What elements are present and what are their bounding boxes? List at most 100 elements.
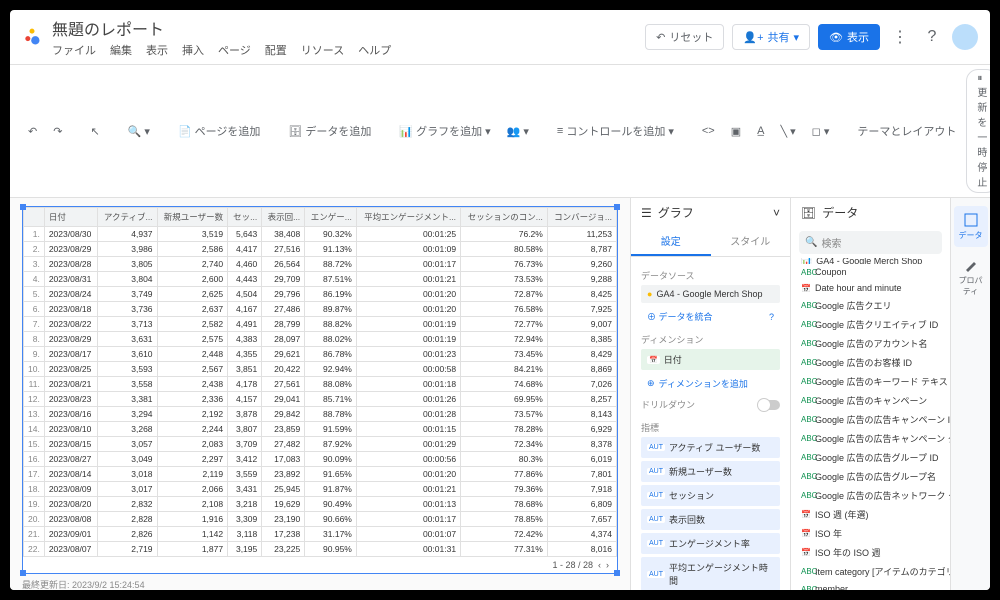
field-item[interactable]: ABCGoogle 広告の広告グループ ID: [791, 448, 950, 467]
more-icon[interactable]: ⋮: [888, 25, 912, 49]
redo-icon[interactable]: ↷: [47, 122, 68, 141]
field-item[interactable]: ABCGoogle 広告のアカウント名: [791, 334, 950, 353]
view-button[interactable]: 👁 表示: [818, 24, 880, 50]
table-row[interactable]: 11.2023/08/213,5582,4384,17827,56188.08%…: [24, 377, 617, 392]
metric-chip[interactable]: AUT新規ユーザー数: [641, 461, 780, 482]
dimension-chip[interactable]: 📅日付: [641, 349, 780, 370]
menu-help[interactable]: ヘルプ: [358, 42, 391, 58]
table-row[interactable]: 21.2023/09/012,8261,1423,11817,23831.17%…: [24, 527, 617, 542]
undo-icon[interactable]: ↶: [22, 122, 43, 141]
table-row[interactable]: 9.2023/08/173,6102,4484,35529,62186.78%0…: [24, 347, 617, 362]
avatar[interactable]: [952, 24, 978, 50]
field-item[interactable]: ABCGoogle 広告クエリ: [791, 296, 950, 315]
add-page-button[interactable]: 📄 ページを追加: [172, 120, 266, 142]
community-icon[interactable]: 👥 ▾: [501, 122, 535, 141]
table-row[interactable]: 14.2023/08/103,2682,2443,80723,85991.59%…: [24, 422, 617, 437]
table-row[interactable]: 15.2023/08/153,0572,0833,70927,48287.92%…: [24, 437, 617, 452]
field-item[interactable]: 📅Date hour and minute: [791, 280, 950, 296]
metric-chip[interactable]: AUTエンゲージメント率: [641, 533, 780, 554]
metric-chip[interactable]: AUT表示回数: [641, 509, 780, 530]
col-header[interactable]: アクティブ...: [98, 208, 158, 227]
resize-handle-bl[interactable]: [20, 570, 26, 576]
field-item[interactable]: ABCGoogle 広告のお客様 ID: [791, 353, 950, 372]
pointer-icon[interactable]: ↖: [84, 122, 105, 141]
col-header[interactable]: セッションのコン...: [461, 208, 548, 227]
menu-edit[interactable]: 編集: [110, 42, 132, 58]
chart-panel-header[interactable]: ☰ グラフ ˅: [631, 198, 790, 227]
table-row[interactable]: 5.2023/08/243,7492,6254,50429,79686.19%0…: [24, 287, 617, 302]
col-header[interactable]: 平均エンゲージメント...: [356, 208, 460, 227]
field-item[interactable]: ABCGoogle 広告クリエイティブ ID: [791, 315, 950, 334]
tab-setup[interactable]: 設定: [631, 227, 711, 256]
table-row[interactable]: 12.2023/08/233,3812,3364,15729,04185.71%…: [24, 392, 617, 407]
col-header[interactable]: コンバージョ...: [547, 208, 616, 227]
table-row[interactable]: 2.2023/08/293,9862,5864,41727,51691.13%0…: [24, 242, 617, 257]
col-header[interactable]: 表示回...: [262, 208, 305, 227]
field-item[interactable]: ABCGoogle 広告の広告キャンペーン タイプ: [791, 429, 950, 448]
table-row[interactable]: 13.2023/08/163,2942,1923,87829,84288.78%…: [24, 407, 617, 422]
field-item[interactable]: 📅ISO 週 (年選): [791, 505, 950, 524]
metric-chip[interactable]: AUTアクティブ ユーザー数: [641, 437, 780, 458]
menu-page[interactable]: ページ: [218, 42, 251, 58]
field-item[interactable]: ABCGoogle 広告のキーワード テキスト: [791, 372, 950, 391]
drilldown-toggle[interactable]: [758, 400, 780, 410]
field-item[interactable]: ABCGoogle 広告の広告ネットワーク タイ...: [791, 486, 950, 505]
table-row[interactable]: 19.2023/08/202,8322,1083,21819,62990.49%…: [24, 497, 617, 512]
col-header[interactable]: セッ...: [228, 208, 262, 227]
add-chart-button[interactable]: 📊 グラフを追加 ▾: [393, 120, 496, 142]
reset-button[interactable]: ↶ リセット: [645, 24, 724, 50]
add-dimension-link[interactable]: ⊕ ディメンションを追加: [641, 373, 780, 394]
pause-refresh-button[interactable]: ⏸ 更新を一時停止: [966, 69, 990, 193]
resize-handle-br[interactable]: [614, 570, 620, 576]
canvas[interactable]: 日付アクティブ...新規ユーザー数セッ...表示回...エンゲー...平均エンゲ…: [10, 198, 630, 590]
tab-style[interactable]: スタイル: [711, 227, 791, 256]
add-control-button[interactable]: ≡ コントロールを追加 ▾: [551, 120, 680, 142]
theme-button[interactable]: テーマとレイアウト: [851, 120, 962, 142]
col-header[interactable]: 新規ユーザー数: [157, 208, 228, 227]
field-item[interactable]: ABCCoupon: [791, 264, 950, 280]
field-item[interactable]: ABCmember: [791, 581, 950, 590]
metric-chip[interactable]: AUTセッション: [641, 485, 780, 506]
resize-handle-tr[interactable]: [614, 204, 620, 210]
table-row[interactable]: 6.2023/08/183,7362,6374,16727,48689.87%0…: [24, 302, 617, 317]
table-row[interactable]: 20.2023/08/082,8281,9163,30923,19090.66%…: [24, 512, 617, 527]
col-header[interactable]: 日付: [44, 208, 97, 227]
merge-data-link[interactable]: ⊕ データを統合?: [641, 306, 780, 327]
table-row[interactable]: 22.2023/08/072,7191,8773,19523,22590.95%…: [24, 542, 617, 557]
col-header[interactable]: エンゲー...: [305, 208, 357, 227]
table-row[interactable]: 18.2023/08/093,0172,0663,43125,94591.87%…: [24, 482, 617, 497]
resize-handle-tl[interactable]: [20, 204, 26, 210]
field-item[interactable]: ABCItem category [アイテムのカテゴリ]: [791, 562, 950, 581]
image-icon[interactable]: ▣: [725, 122, 747, 141]
table-row[interactable]: 17.2023/08/143,0182,1193,55923,89291.65%…: [24, 467, 617, 482]
add-data-button[interactable]: 🗄 データを追加: [282, 120, 377, 142]
menu-resource[interactable]: リソース: [301, 42, 344, 58]
menu-view[interactable]: 表示: [146, 42, 168, 58]
datasource-chip[interactable]: ●GA4 - Google Merch Shop: [641, 285, 780, 303]
table-row[interactable]: 7.2023/08/223,7132,5824,49128,79988.82%0…: [24, 317, 617, 332]
share-button[interactable]: 👤+ 共有 ▾: [732, 24, 810, 50]
menu-insert[interactable]: 挿入: [182, 42, 204, 58]
menu-arrange[interactable]: 配置: [265, 42, 287, 58]
search-input[interactable]: 🔍 検索: [799, 231, 942, 254]
line-icon[interactable]: ╲ ▾: [774, 122, 801, 141]
field-item[interactable]: 📅ISO 年の ISO 週: [791, 543, 950, 562]
text-icon[interactable]: A̲: [751, 122, 770, 140]
field-item[interactable]: ABCGoogle 広告のキャンペーン: [791, 391, 950, 410]
table-row[interactable]: 16.2023/08/273,0492,2973,41217,08390.09%…: [24, 452, 617, 467]
pager[interactable]: 1 - 28 / 28 ‹ ›: [23, 557, 617, 573]
table-row[interactable]: 8.2023/08/293,6312,5754,38328,09788.02%0…: [24, 332, 617, 347]
shape-icon[interactable]: ◻ ▾: [806, 122, 836, 141]
table-widget[interactable]: 日付アクティブ...新規ユーザー数セッ...表示回...エンゲー...平均エンゲ…: [22, 206, 618, 574]
doc-title[interactable]: 無題のレポート: [52, 16, 645, 40]
table-row[interactable]: 1.2023/08/304,9373,5195,64338,40890.32%0…: [24, 227, 617, 242]
metric-chip[interactable]: AUT平均エンゲージメント時間: [641, 557, 780, 590]
menu-file[interactable]: ファイル: [52, 42, 96, 58]
zoom-icon[interactable]: 🔍 ▾: [122, 122, 156, 141]
url-icon[interactable]: <>: [696, 122, 721, 140]
field-item[interactable]: 📅ISO 年: [791, 524, 950, 543]
table-row[interactable]: 4.2023/08/313,8042,6004,44329,70987.51%0…: [24, 272, 617, 287]
table-row[interactable]: 10.2023/08/253,5932,5673,85120,42292.94%…: [24, 362, 617, 377]
side-tab-properties[interactable]: プロパティ: [954, 251, 988, 303]
field-item[interactable]: ABCGoogle 広告の広告グループ名: [791, 467, 950, 486]
